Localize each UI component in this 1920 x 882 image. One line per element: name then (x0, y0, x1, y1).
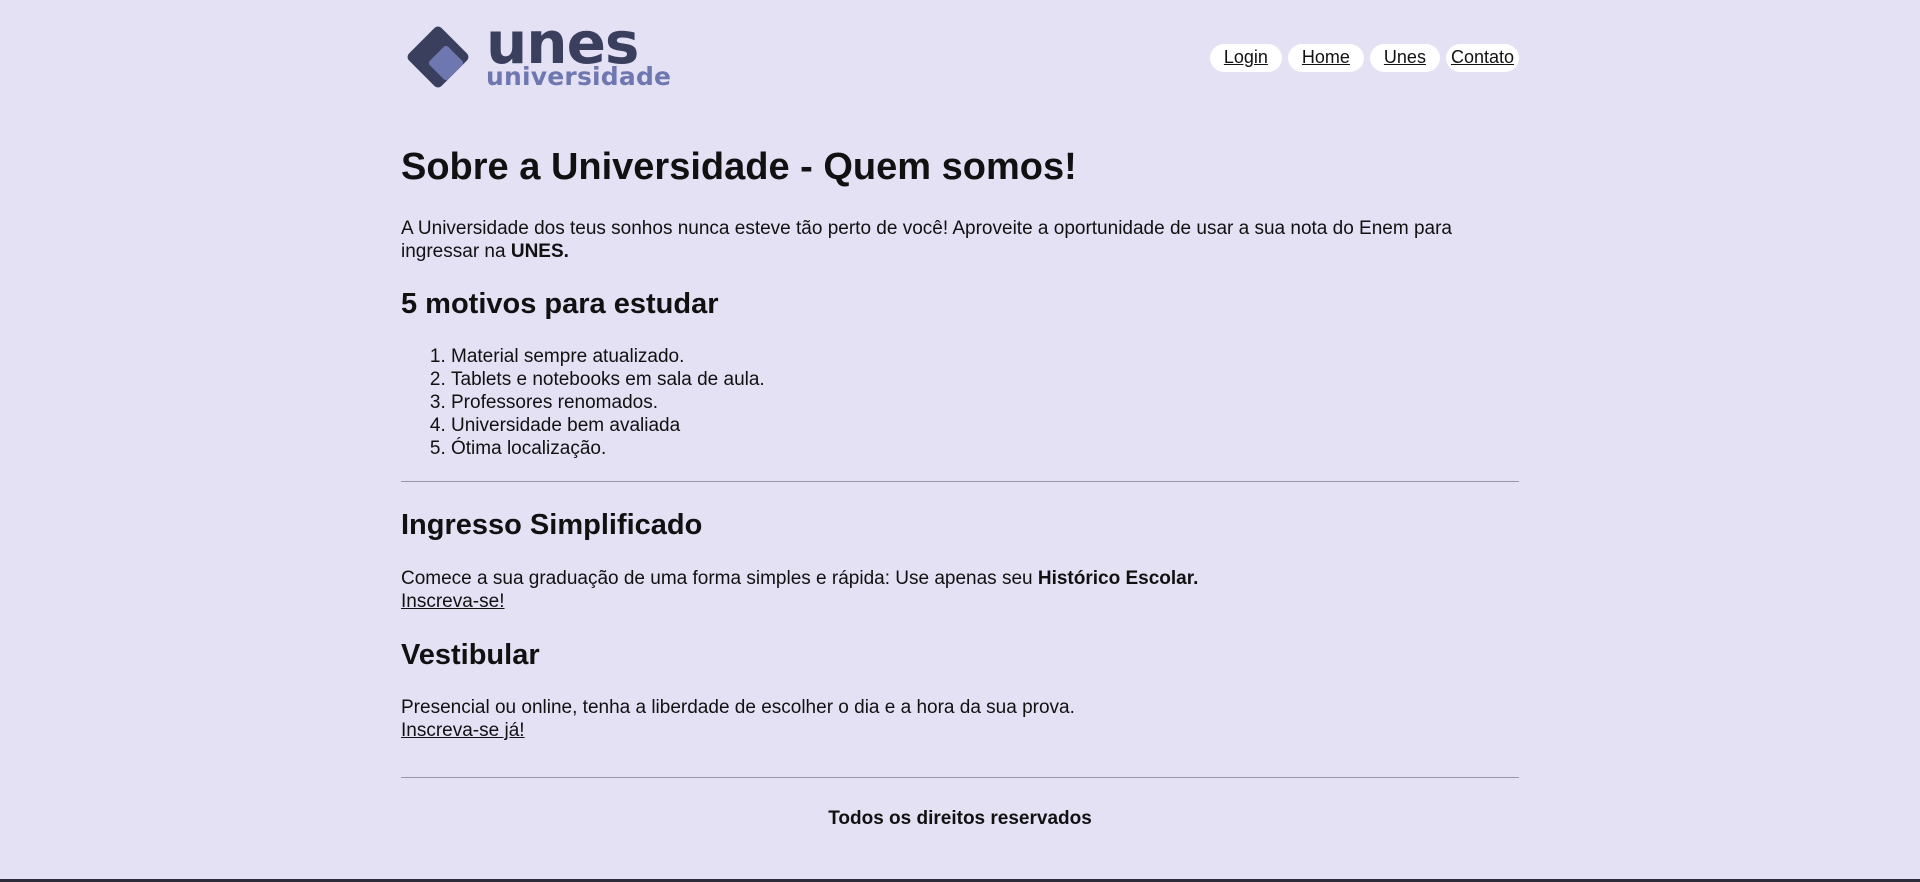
page-title: Sobre a Universidade - Quem somos! (401, 146, 1077, 188)
ingresso-bold-text: Histórico Escolar. (1037, 568, 1199, 589)
vestibular-signup-link[interactable]: Inscreva-se já! (401, 720, 525, 741)
nav-home-link[interactable]: Home (1287, 44, 1364, 72)
logo-subtitle: universidade (486, 62, 672, 91)
ingresso-section: Ingresso Simplificado (401, 508, 1519, 542)
divider (401, 481, 1519, 482)
ingresso-text: Comece a sua graduação de uma forma simp… (401, 568, 1038, 589)
intro-bold-text: UNES. (510, 241, 569, 262)
vestibular-body: Presencial ou online, tenha a liberdade … (401, 696, 1519, 742)
list-item: Material sempre atualizado. (451, 345, 1519, 368)
divider (401, 777, 1519, 778)
list-item: Ótima localização. (451, 437, 1519, 460)
list-item: Universidade bem avaliada (451, 414, 1519, 437)
reasons-section: 5 motivos para estudar (401, 287, 1519, 321)
vestibular-text: Presencial ou online, tenha a liberdade … (401, 697, 1075, 718)
divider-1-wrap (401, 481, 1519, 482)
footer-text: Todos os direitos reservados (828, 808, 1092, 829)
list-item: Professores renomados. (451, 391, 1519, 414)
reasons-list: Material sempre atualizado. Tablets e no… (401, 345, 1519, 460)
reasons-list-wrap: Material sempre atualizado. Tablets e no… (401, 345, 1519, 460)
list-item: Tablets e notebooks em sala de aula. (451, 368, 1519, 391)
ingresso-body: Comece a sua graduação de uma forma simp… (401, 567, 1519, 613)
intro-section: A Universidade dos teus sonhos nunca est… (401, 217, 1519, 263)
divider-2-wrap (401, 777, 1519, 778)
reasons-heading: 5 motivos para estudar (401, 288, 719, 320)
diamond-logo-icon (407, 26, 469, 88)
vestibular-heading: Vestibular (401, 639, 540, 671)
nav-login-link[interactable]: Login (1209, 44, 1282, 72)
vestibular-section: Vestibular (401, 638, 1519, 672)
ingresso-paragraph: Comece a sua graduação de uma forma simp… (401, 567, 1519, 590)
nav-unes-link[interactable]: Unes (1369, 44, 1440, 72)
site-header: unes universidade Login Home Unes Contat… (401, 0, 1519, 110)
nav-contato-link[interactable]: Contato (1445, 44, 1519, 72)
main-nav: Login Home Unes Contato (1209, 44, 1519, 72)
unes-logo[interactable]: unes universidade (401, 14, 672, 95)
ingresso-signup-link[interactable]: Inscreva-se! (401, 591, 504, 612)
intro-paragraph: A Universidade dos teus sonhos nunca est… (401, 217, 1519, 263)
page-container: unes universidade Login Home Unes Contat… (401, 0, 1519, 829)
ingresso-heading: Ingresso Simplificado (401, 509, 703, 541)
